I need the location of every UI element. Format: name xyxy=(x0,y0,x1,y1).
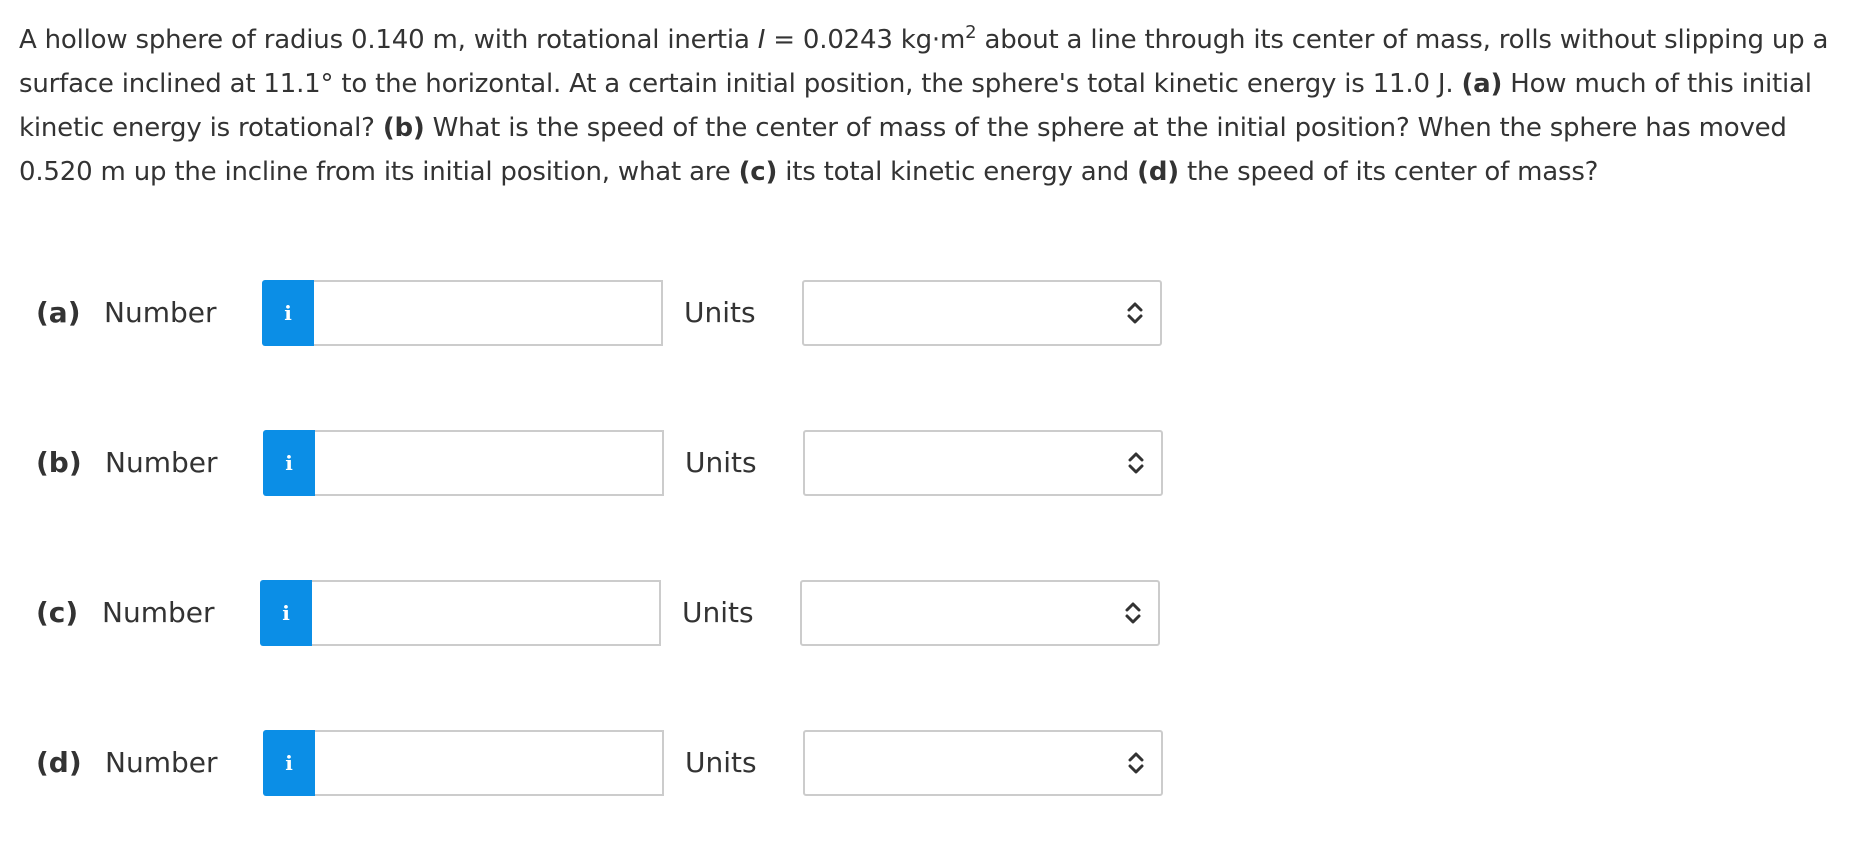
chevron-up-down-icon xyxy=(1125,602,1141,624)
part-c-tag: (c) xyxy=(738,157,778,187)
part-label: (a) xyxy=(36,296,81,329)
units-label: Units xyxy=(685,746,757,779)
part-a-tag: (a) xyxy=(1461,69,1503,99)
part-label: (d) xyxy=(36,746,82,779)
units-label: Units xyxy=(684,296,756,329)
info-icon: i xyxy=(285,452,293,474)
svg-text:i: i xyxy=(285,452,293,474)
svg-text:i: i xyxy=(285,752,293,774)
chevron-up-down-icon xyxy=(1128,452,1144,474)
units-select[interactable] xyxy=(802,280,1162,346)
info-icon: i xyxy=(284,302,292,324)
units-select[interactable] xyxy=(803,730,1163,796)
answer-row-c: (c) Number i Units xyxy=(0,580,1200,648)
number-input[interactable] xyxy=(315,430,664,496)
number-label: Number xyxy=(104,296,217,329)
number-input[interactable] xyxy=(314,280,663,346)
part-c-text: its total kinetic energy and xyxy=(777,157,1138,187)
number-label: Number xyxy=(105,446,218,479)
question-text-part: A hollow sphere of radius 0.140 m, with … xyxy=(19,25,758,55)
answer-row-b: (b) Number i Units xyxy=(0,430,1200,498)
info-icon: i xyxy=(282,602,290,624)
info-icon: i xyxy=(285,752,293,774)
units-label: Units xyxy=(685,446,757,479)
chevron-up-down-icon xyxy=(1127,302,1143,324)
number-input[interactable] xyxy=(315,730,664,796)
chevron-up-down-icon xyxy=(1128,752,1144,774)
number-input[interactable] xyxy=(312,580,661,646)
number-label: Number xyxy=(105,746,218,779)
part-label: (c) xyxy=(36,596,79,629)
number-label: Number xyxy=(102,596,215,629)
question-text-part: = 0.0243 kg·m xyxy=(765,25,966,55)
units-label: Units xyxy=(682,596,754,629)
svg-text:i: i xyxy=(282,602,290,624)
units-select[interactable] xyxy=(803,430,1163,496)
question-text: A hollow sphere of radius 0.140 m, with … xyxy=(19,18,1864,194)
info-button[interactable]: i xyxy=(260,580,312,646)
info-button[interactable]: i xyxy=(263,430,315,496)
info-button[interactable]: i xyxy=(262,280,314,346)
info-button[interactable]: i xyxy=(263,730,315,796)
part-d-tag: (d) xyxy=(1137,157,1179,187)
answer-row-a: (a) Number i Units xyxy=(0,280,1200,348)
part-d-text: the speed of its center of mass? xyxy=(1178,157,1599,187)
answer-row-d: (d) Number i Units xyxy=(0,730,1200,798)
exponent: 2 xyxy=(965,22,977,43)
part-label: (b) xyxy=(36,446,82,479)
part-b-tag: (b) xyxy=(382,113,425,143)
units-select[interactable] xyxy=(800,580,1160,646)
svg-text:i: i xyxy=(284,302,292,324)
